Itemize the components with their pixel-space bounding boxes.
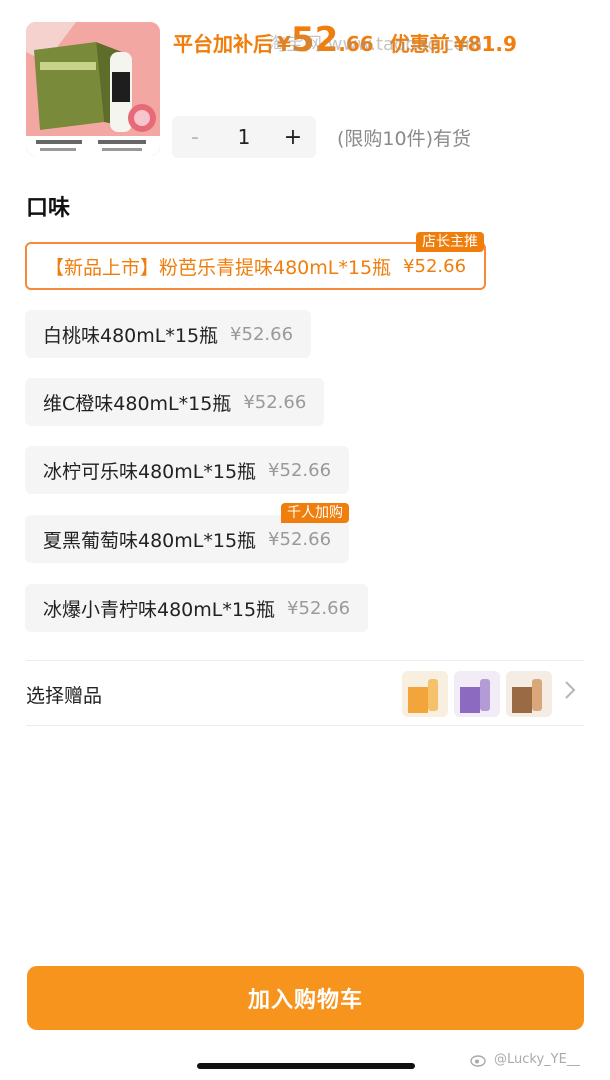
credit: @Lucky_YE__ [470, 1052, 580, 1067]
flavor-option-name: 维C橙味480mL*15瓶 [43, 392, 232, 415]
flavor-section-title: 口味 [26, 196, 71, 221]
quantity-stepper[interactable]: - 1 + [172, 116, 316, 158]
flavor-option-name: 【新品上市】粉芭乐青提味480mL*15瓶 [45, 256, 392, 279]
flavor-option-price: ¥52.66 [243, 391, 307, 413]
flavor-option-price: ¥52.66 [268, 528, 332, 550]
product-image-icon [26, 22, 160, 156]
recommend-badge: 店长主推 [416, 232, 485, 252]
flavor-option[interactable]: 冰柠可乐味480mL*15瓶 ¥52.66 [25, 446, 350, 494]
quantity-value[interactable]: 1 [218, 125, 270, 149]
flavor-option-price: ¥52.66 [268, 459, 332, 481]
flavor-option[interactable]: 夏黑葡萄味480mL*15瓶 ¥52.66 千人加购 [25, 503, 350, 563]
gift-label: 选择赠品 [26, 685, 103, 707]
flavor-option[interactable]: 【新品上市】粉芭乐青提味480mL*15瓶 ¥52.66 店长主推 [25, 232, 487, 290]
watermark: 淘宝网 www.taobao.com [268, 34, 483, 55]
flavor-option-name: 冰爆小青柠味480mL*15瓶 [43, 598, 276, 621]
flavor-option[interactable]: 白桃味480mL*15瓶 ¥52.66 [25, 310, 312, 358]
flavor-option[interactable]: 冰爆小青柠味480mL*15瓶 ¥52.66 [25, 584, 369, 632]
home-indicator [197, 1063, 415, 1069]
gift-thumb-brown [506, 671, 552, 717]
flavor-option[interactable]: 维C橙味480mL*15瓶 ¥52.66 [25, 378, 325, 426]
purchase-limit-note: (限购10件)有货 [337, 128, 472, 150]
gift-thumb-orange [402, 671, 448, 717]
price-label: 平台加补后 [173, 32, 273, 56]
increase-button[interactable]: + [270, 116, 316, 158]
popular-badge: 千人加购 [281, 503, 350, 523]
flavor-option-name: 白桃味480mL*15瓶 [43, 324, 219, 347]
chevron-right-icon[interactable] [564, 680, 576, 706]
decrease-button[interactable]: - [172, 116, 218, 158]
product-image[interactable] [26, 22, 160, 156]
gift-selector[interactable]: 选择赠品 [0, 662, 610, 724]
divider [26, 725, 584, 726]
gift-thumb-purple [454, 671, 500, 717]
add-to-cart-button[interactable]: 加入购物车 [27, 966, 584, 1030]
weibo-icon [470, 1054, 486, 1067]
flavor-option-price: ¥52.66 [287, 597, 351, 619]
flavor-option-price: ¥52.66 [230, 323, 294, 345]
flavor-option-price: ¥52.66 [403, 255, 467, 277]
divider [26, 660, 584, 661]
credit-text: @Lucky_YE__ [494, 1052, 580, 1067]
flavor-option-name: 冰柠可乐味480mL*15瓶 [43, 460, 257, 483]
flavor-option-name: 夏黑葡萄味480mL*15瓶 [43, 529, 257, 552]
